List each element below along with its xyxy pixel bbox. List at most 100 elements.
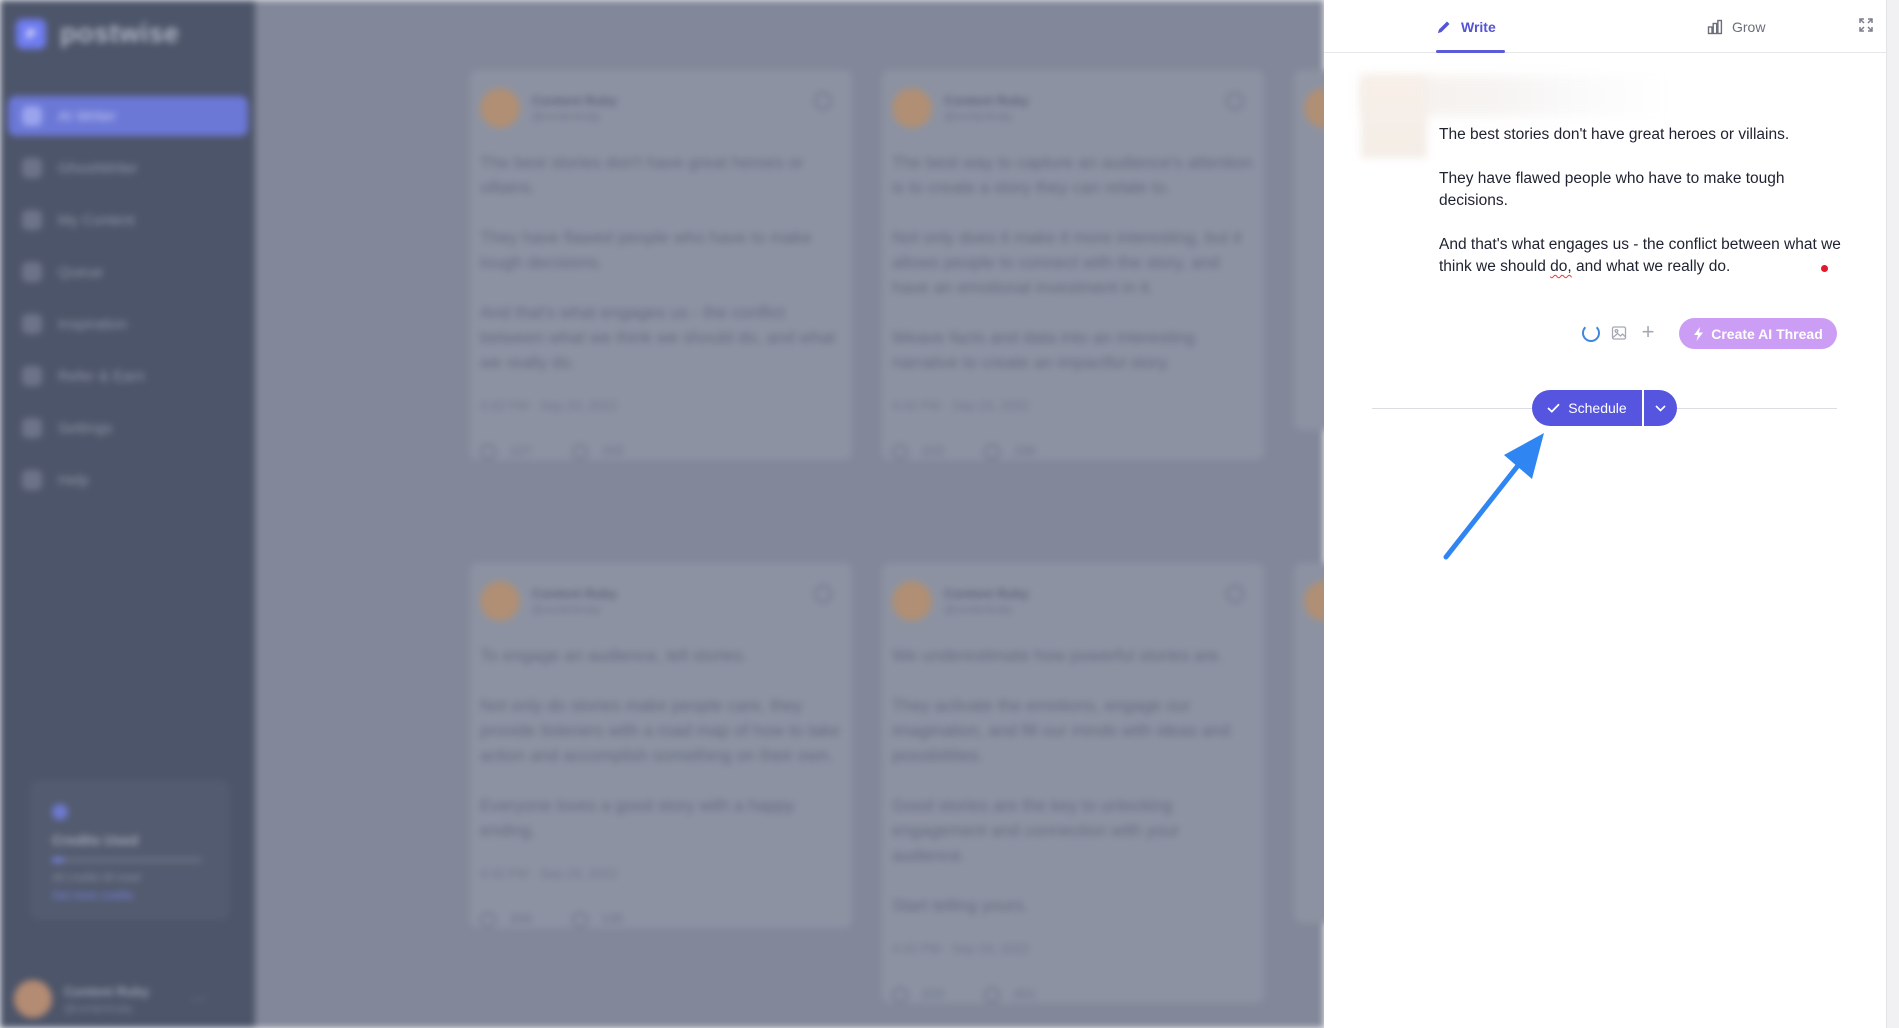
card-text: We underestimate how powerful stories ar…: [892, 643, 1254, 918]
credits-icon: [52, 804, 68, 820]
pen-icon: [22, 106, 42, 126]
schedule-label: Schedule: [1568, 400, 1627, 416]
card-stats: 223 156: [892, 443, 1254, 460]
likes-count: 127: [510, 443, 532, 458]
card-paragraph: They activate the emotions, engage our i…: [892, 696, 1231, 765]
tab-grow[interactable]: Grow: [1707, 0, 1765, 53]
scrollbar[interactable]: [1886, 0, 1899, 1028]
likes-count: 223: [922, 986, 944, 1001]
expand-icon[interactable]: [1858, 17, 1874, 33]
post-card[interactable]: Content Ruby @contentruby To engage an a…: [470, 563, 852, 928]
sidebar-item-refer-earn[interactable]: Refer & Earn: [8, 356, 248, 396]
post-card[interactable]: Content Ruby @contentruby We underestima…: [882, 563, 1264, 1003]
user-profile[interactable]: Content Ruby @contentruby ⋯: [14, 980, 207, 1018]
card-paragraph: And that's what engages us - the conflic…: [480, 303, 836, 372]
tab-write[interactable]: Write: [1436, 0, 1496, 53]
card-text: The best way to capture an audience's at…: [892, 150, 1254, 375]
card-stats: 206 135: [480, 911, 842, 928]
sidebar-item-label: Inspiration: [58, 315, 128, 333]
card-paragraph: The best stories don't have great heroes…: [480, 153, 804, 197]
sidebar-item-label: GhostWriter: [58, 159, 138, 177]
sidebar-nav: AI Writer GhostWriter My Content Queue I…: [8, 96, 248, 512]
schedule-dropdown-button[interactable]: [1644, 390, 1677, 426]
heart-icon: [892, 986, 908, 1003]
post-card[interactable]: [1294, 563, 1324, 923]
card-timestamp: 4:42 PM · Sep 24, 2022: [480, 398, 618, 413]
more-icon[interactable]: ⋯: [191, 989, 207, 1009]
avatar: [1304, 88, 1324, 128]
likes-count: 223: [922, 443, 944, 458]
avatar: [892, 581, 932, 621]
credits-link[interactable]: Get more credits: [52, 890, 208, 902]
likes-stat: 223: [892, 986, 944, 1003]
image-icon[interactable]: [1611, 325, 1627, 341]
card-paragraph: Not only do stories make people care, th…: [480, 696, 841, 765]
card-handle: @contentruby: [532, 111, 601, 123]
content-feed: Content Ruby @contentruby The best stori…: [255, 0, 1324, 1028]
sidebar-item-my-content[interactable]: My Content: [8, 200, 248, 240]
heart-icon: [480, 911, 496, 928]
plus-icon[interactable]: +: [1639, 321, 1657, 343]
background-app: P postwise AI Writer GhostWriter My Cont…: [0, 0, 1324, 1028]
card-paragraph: They have flawed people who have to make…: [480, 228, 812, 272]
comments-count: 421: [1013, 986, 1036, 1001]
draft-paragraph: They have flawed people who have to make…: [1439, 170, 1785, 209]
sidebar-item-label: Refer & Earn: [58, 367, 145, 385]
user-name: Content Ruby: [64, 983, 150, 999]
sidebar-item-ai-writer[interactable]: AI Writer: [8, 96, 248, 136]
editor-panel: Write Grow The best stories don't have g…: [1324, 0, 1886, 1028]
calendar-icon: [22, 262, 42, 282]
ai-button-label: Create AI Thread: [1711, 325, 1823, 342]
sidebar-item-queue[interactable]: Queue: [8, 252, 248, 292]
sidebar-item-settings[interactable]: Settings: [8, 408, 248, 448]
comments-count: 156: [1013, 443, 1036, 458]
app-logo: P postwise: [16, 18, 180, 49]
card-text: The best stories don't have great heroes…: [480, 150, 842, 375]
loading-spinner-icon: [1582, 324, 1600, 342]
card-author: Content Ruby: [532, 93, 618, 108]
card-timestamp: 4:42 PM · Sep 24, 2022: [892, 398, 1030, 413]
gear-icon[interactable]: [814, 585, 832, 603]
comment-icon: [571, 911, 588, 928]
gear-icon[interactable]: [814, 92, 832, 110]
lightbulb-icon: [22, 314, 42, 334]
sidebar-item-label: My Content: [58, 211, 135, 229]
sidebar-item-ghostwriter[interactable]: GhostWriter: [8, 148, 248, 188]
draft-text: and what we really do.: [1571, 258, 1731, 275]
gift-icon: [22, 366, 42, 386]
user-handle: @contentruby: [64, 1002, 133, 1015]
avatar: [1304, 581, 1324, 621]
comments-count: 153: [601, 443, 624, 458]
card-handle: @contentruby: [532, 604, 601, 616]
sidebar-item-help[interactable]: Help: [8, 460, 248, 500]
card-timestamp: 4:42 PM · Sep 24, 2022: [892, 941, 1030, 956]
avatar: [480, 581, 520, 621]
likes-count: 206: [510, 911, 532, 926]
lightning-icon: [1694, 326, 1704, 341]
card-paragraph: To engage an audience, tell stories.: [480, 646, 748, 665]
avatar: [14, 980, 52, 1018]
post-card[interactable]: [1294, 70, 1324, 430]
gear-icon[interactable]: [1226, 585, 1244, 603]
schedule-button[interactable]: Schedule: [1532, 390, 1642, 426]
card-paragraph: We underestimate how powerful stories ar…: [892, 646, 1224, 665]
comment-icon: [983, 443, 1000, 460]
tab-grow-label: Grow: [1732, 18, 1766, 35]
card-paragraph: The best way to capture an audience's at…: [892, 153, 1253, 197]
card-handle: @contentruby: [944, 604, 1013, 616]
likes-stat: 223: [892, 443, 944, 460]
thread-editor[interactable]: The best stories don't have great heroes…: [1439, 124, 1854, 300]
post-card[interactable]: Content Ruby @contentruby The best stori…: [470, 70, 852, 460]
chevron-down-icon: [1655, 404, 1666, 412]
sidebar-item-inspiration[interactable]: Inspiration: [8, 304, 248, 344]
spelling-error: do,: [1550, 258, 1572, 275]
character-limit-indicator: [1821, 265, 1828, 272]
likes-stat: 206: [480, 911, 532, 928]
draft-paragraph: And that's what engages us - the conflic…: [1439, 234, 1854, 278]
credits-title: Credits Used: [52, 832, 139, 848]
post-card[interactable]: Content Ruby @contentruby The best way t…: [882, 70, 1264, 460]
create-ai-thread-button[interactable]: Create AI Thread: [1679, 318, 1837, 349]
card-stats: 127 153: [480, 443, 842, 460]
gear-icon[interactable]: [1226, 92, 1244, 110]
credits-progress-fill: [52, 858, 64, 862]
